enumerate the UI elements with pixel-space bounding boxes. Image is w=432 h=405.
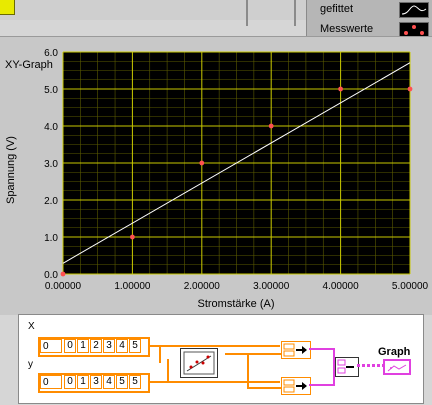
bundle-node-fitted[interactable] (281, 341, 311, 359)
linear-fit-icon (183, 351, 215, 375)
array-element[interactable]: 0 (64, 375, 76, 389)
block-diagram: X y 0 012345 0 013455 Graph (18, 314, 424, 404)
x-tick-label: 4.00000 (323, 281, 360, 292)
array-elements: 013455 (64, 375, 142, 389)
wire-x-branch[interactable] (159, 345, 161, 363)
data-point (199, 160, 205, 166)
y-tick-label: 6.0 (44, 48, 58, 59)
wire-cluster-2[interactable] (309, 384, 335, 386)
wire-y-branch[interactable] (167, 359, 169, 381)
array-element[interactable]: 0 (64, 339, 76, 353)
data-point (338, 86, 343, 92)
x-array-label: X (28, 321, 35, 332)
bundle-icon (283, 379, 307, 393)
plot-area-svg[interactable]: 0.00000 1.00000 2.00000 3.00000 4.00000 5.000… (0, 37, 432, 315)
array-element[interactable]: 1 (77, 375, 89, 389)
bundle-icon (283, 343, 307, 357)
graph-terminal-label: Graph (378, 346, 411, 358)
y-tick-label: 2.0 (44, 196, 58, 207)
array-elements: 012345 (64, 339, 142, 353)
build-array-node[interactable] (335, 357, 359, 377)
data-point (60, 271, 66, 277)
array-element[interactable]: 3 (103, 339, 115, 353)
array-element[interactable]: 5 (129, 339, 141, 353)
graph-terminal[interactable] (383, 359, 411, 375)
y-tick-label: 5.0 (44, 85, 58, 96)
array-element[interactable]: 5 (116, 375, 128, 389)
wire-fit-y[interactable] (247, 387, 281, 389)
build-array-icon (337, 359, 354, 374)
x-tick-label: 5.00000 (392, 281, 429, 292)
wire-x[interactable] (150, 345, 280, 347)
y-tick-label: 0.0 (44, 270, 58, 281)
array-index[interactable]: 0 (40, 375, 62, 389)
bundle-node-measured[interactable] (281, 377, 311, 395)
x-tick-label: 3.00000 (253, 281, 290, 292)
graph-terminal-icon (387, 364, 407, 372)
array-element[interactable]: 4 (116, 339, 128, 353)
wire-fit-branch[interactable] (247, 353, 249, 389)
data-point (407, 86, 413, 92)
array-index[interactable]: 0 (40, 339, 62, 353)
array-element[interactable]: 1 (77, 339, 89, 353)
wire-y[interactable] (150, 381, 280, 383)
array-element[interactable]: 3 (90, 375, 102, 389)
x-tick-label: 0.00000 (45, 281, 82, 292)
y-array-constant[interactable]: 0 013455 (38, 373, 150, 393)
wire-cluster-1[interactable] (309, 348, 335, 350)
linear-fit-vi[interactable] (180, 348, 218, 378)
x-array-constant[interactable]: 0 012345 (38, 337, 150, 357)
array-element[interactable]: 4 (103, 375, 115, 389)
array-element[interactable]: 2 (90, 339, 102, 353)
wire-fit-out[interactable] (225, 353, 281, 355)
y-axis-label: Spannung (V) (5, 136, 17, 204)
y-array-label: y (28, 359, 33, 370)
plot-legend[interactable]: gefittet Messwerte (306, 0, 432, 40)
legend-item-fitted[interactable]: gefittet (315, 1, 431, 19)
data-point (130, 234, 135, 240)
line-swatch-icon (399, 2, 429, 18)
panel-divider (246, 0, 248, 26)
x-axis-label: Stromstärke (A) (197, 298, 274, 310)
legend-label: gefittet (320, 3, 354, 15)
x-tick-label: 2.00000 (184, 281, 221, 292)
array-element[interactable]: 5 (129, 375, 141, 389)
data-point (268, 123, 274, 129)
xy-graph[interactable]: XY-Graph 0.00000 1.00000 2.00000 3.00000 4.0… (0, 36, 432, 315)
x-tick-label: 1.00000 (114, 281, 151, 292)
panel-divider (294, 0, 296, 26)
legend-label: Messwerte (320, 23, 374, 35)
wire-array-cluster[interactable] (357, 364, 383, 367)
panel-resize-corner[interactable] (0, 0, 15, 15)
y-tick-label: 4.0 (44, 122, 58, 133)
y-tick-label: 3.0 (44, 159, 58, 170)
y-tick-label: 1.0 (44, 233, 58, 244)
